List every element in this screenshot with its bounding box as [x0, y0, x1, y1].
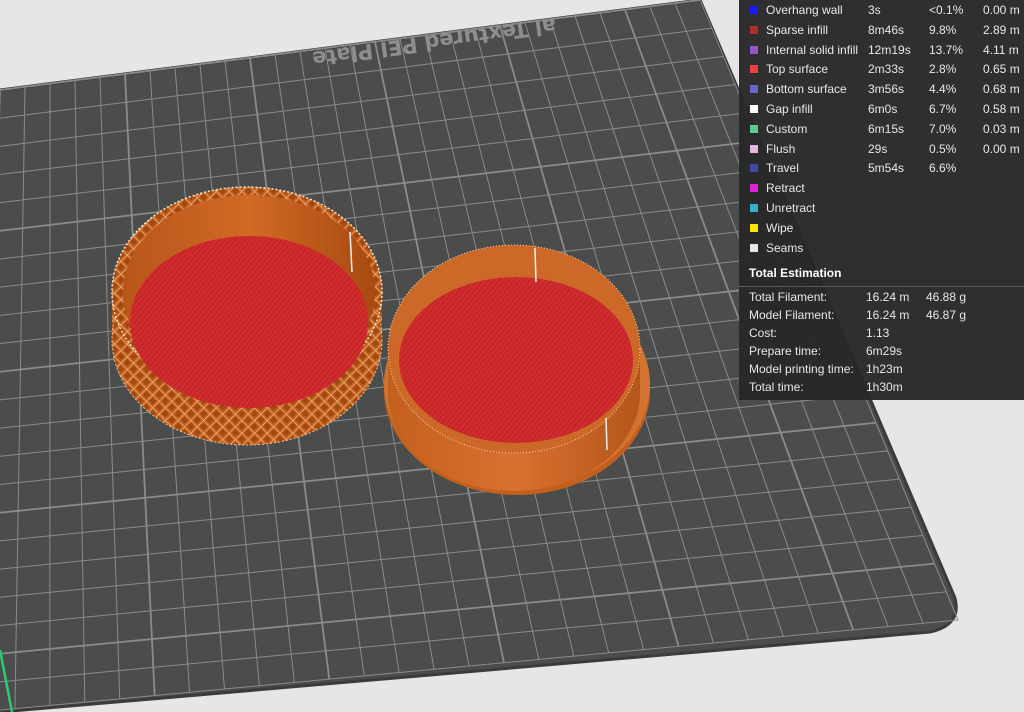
total-value-secondary: 46.87 g [926, 308, 967, 322]
feature-time: 5m54s [868, 161, 905, 176]
feature-name: Top surface [766, 62, 829, 77]
feature-name: Gap infill [766, 102, 813, 116]
feature-name: Retract [766, 181, 805, 196]
total-value: 1.13 [866, 326, 890, 340]
feature-time: 6m0s [868, 102, 898, 116]
feature-name: Sparse infill [766, 22, 829, 37]
cup-model[interactable] [111, 186, 383, 446]
feature-percent: 6.6% [929, 161, 957, 176]
total-label: Total time: [749, 380, 804, 394]
total-value: 16.24 m [866, 308, 910, 322]
feature-name: Unretract [766, 201, 816, 215]
feature-time: 29s [868, 141, 888, 156]
feature-name: Internal solid infill [766, 42, 859, 57]
total-estimation-title: Total Estimation [749, 266, 842, 280]
color-swatch [750, 204, 758, 212]
legend-row[interactable]: Retract [739, 178, 1024, 198]
feature-percent: 0.5% [929, 141, 957, 156]
color-swatch [750, 243, 758, 252]
legend-row[interactable]: Flush 29s 0.5% 0.00 m [739, 139, 1024, 159]
feature-name: Custom [766, 121, 808, 136]
feature-time: 6m15s [868, 121, 905, 136]
feature-percent: <0.1% [929, 3, 964, 17]
feature-length: 0.68 m [983, 82, 1020, 97]
feature-percent: 7.0% [929, 121, 957, 136]
feature-length: 0.00 m [983, 141, 1020, 156]
color-swatch [750, 124, 758, 133]
feature-name: Seams [766, 240, 804, 255]
feature-name: Wipe [766, 220, 794, 235]
legend-panel: Overhang wall 3s <0.1% 0.00 m Sparse infill 8… [739, 0, 1024, 400]
total-row: Prepare time: 6m29s [739, 342, 1024, 360]
feature-length: 4.11 m [983, 42, 1019, 57]
feature-percent: 4.4% [929, 82, 957, 97]
total-row: Model Filament: 16.24 m 46.87 g [739, 306, 1024, 324]
feature-length: 0.03 m [983, 121, 1020, 136]
color-swatch [750, 85, 758, 94]
feature-time: 8m46s [868, 22, 905, 37]
legend-row[interactable]: Top surface 2m33s 2.8% 0.65 m [739, 59, 1024, 79]
feature-percent: 9.8% [929, 22, 957, 37]
color-swatch [750, 184, 758, 193]
total-label: Cost: [749, 326, 778, 340]
legend-row[interactable]: Bottom surface 3m56s 4.4% 0.68 m [739, 79, 1024, 99]
feature-percent: 6.7% [929, 102, 957, 116]
feature-name: Travel [766, 161, 799, 176]
legend-row[interactable]: Custom 6m15s 7.0% 0.03 m [739, 119, 1024, 139]
color-swatch [750, 164, 758, 173]
legend-row[interactable]: Seams [739, 238, 1024, 258]
feature-percent: 13.7% [929, 42, 964, 57]
total-label: Model printing time: [749, 362, 854, 376]
color-swatch [750, 105, 758, 113]
total-row: Model printing time: 1h23m [739, 360, 1024, 378]
feature-name: Flush [766, 141, 796, 156]
total-value-secondary: 46.88 g [926, 290, 967, 304]
feature-length: 0.58 m [983, 102, 1020, 116]
legend-row[interactable]: Internal solid infill 12m19s 13.7% 4.11 m [739, 40, 1024, 60]
legend-row[interactable]: Overhang wall 3s <0.1% 0.00 m [739, 0, 1024, 20]
color-swatch [750, 144, 758, 153]
total-value: 16.24 m [866, 290, 910, 304]
total-label: Total Filament: [749, 290, 828, 304]
feature-name: Overhang wall [766, 3, 843, 17]
total-value: 6m29s [866, 344, 903, 358]
total-row: Cost: 1.13 [739, 324, 1024, 342]
total-row: Total time: 1h30m [739, 378, 1024, 396]
feature-time: 3m56s [868, 82, 905, 97]
legend-row[interactable]: Unretract [739, 198, 1024, 218]
total-label: Model Filament: [749, 308, 835, 322]
feature-percent: 2.8% [929, 62, 957, 77]
legend-row[interactable]: Gap infill 6m0s 6.7% 0.58 m [739, 99, 1024, 119]
color-swatch [750, 45, 758, 54]
color-swatch [750, 65, 758, 74]
feature-time: 12m19s [868, 42, 911, 57]
legend-row[interactable]: Travel 5m54s 6.6% [739, 158, 1024, 178]
total-row: Total Filament: 16.24 m 46.88 g [739, 288, 1024, 306]
feature-time: 3s [868, 3, 881, 17]
feature-time: 2m33s [868, 62, 905, 77]
legend-row[interactable]: Wipe [739, 218, 1024, 238]
feature-length: 0.00 m [983, 3, 1020, 17]
feature-name: Bottom surface [766, 82, 847, 97]
color-swatch [750, 25, 758, 34]
legend-row[interactable]: Sparse infill 8m46s 9.8% 2.89 m [739, 20, 1024, 40]
color-swatch [750, 6, 758, 14]
feature-length: 2.89 m [983, 22, 1020, 37]
total-value: 1h23m [866, 362, 903, 376]
total-value: 1h30m [866, 380, 903, 394]
lid-model[interactable] [384, 244, 650, 495]
color-swatch [750, 223, 758, 232]
divider [739, 286, 1024, 287]
total-label: Prepare time: [749, 344, 822, 358]
feature-length: 0.65 m [983, 62, 1020, 77]
